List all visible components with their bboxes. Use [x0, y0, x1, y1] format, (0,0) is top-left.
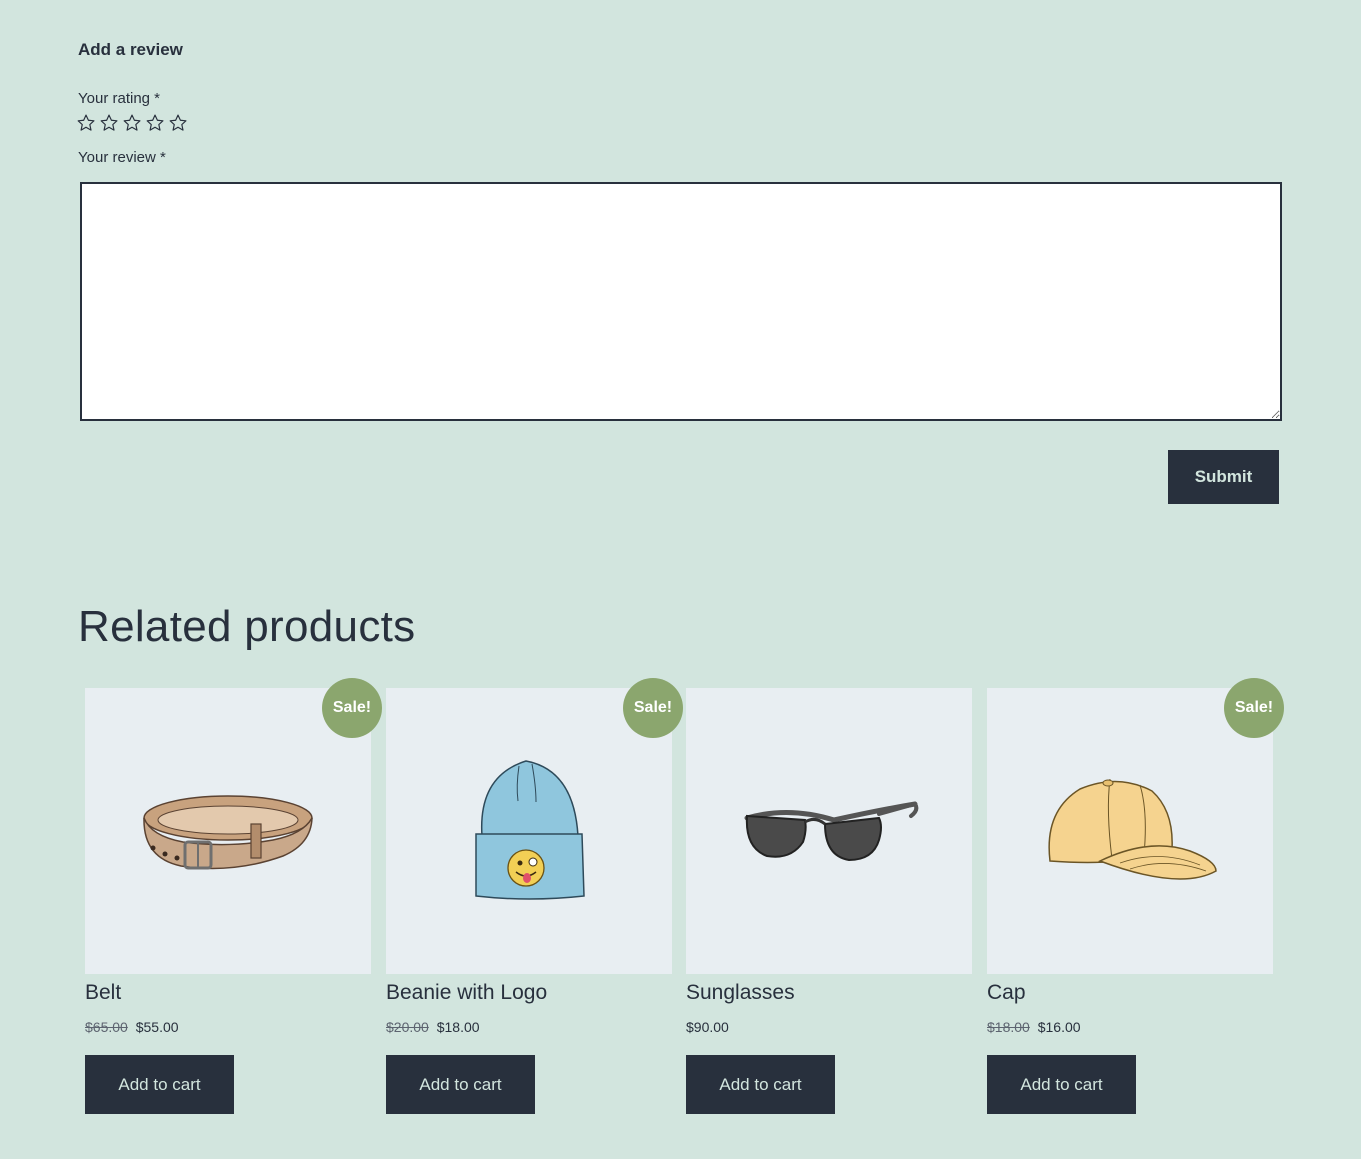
product-price: $20.00 $18.00: [386, 1019, 480, 1035]
submit-button[interactable]: Submit: [1168, 450, 1279, 504]
star-1-icon[interactable]: [76, 113, 96, 133]
add-to-cart-button[interactable]: Add to cart: [686, 1055, 835, 1114]
review-form-title: Add a review: [78, 40, 183, 60]
price: $90.00: [686, 1019, 729, 1035]
belt-image: [133, 776, 323, 886]
rating-label: Your rating *: [78, 90, 160, 107]
product-card-beanie-with-logo: Sale! Beanie with Logo $20.00 $18.00 Add…: [386, 688, 673, 974]
product-image-link[interactable]: [686, 688, 972, 974]
review-label: Your review *: [78, 149, 166, 166]
product-card-cap: Sale! Cap $18.00 $16.00 Add to cart: [987, 688, 1274, 974]
product-title[interactable]: Cap: [987, 981, 1026, 1005]
sale-price: $18.00: [437, 1019, 480, 1035]
product-price: $90.00: [686, 1019, 729, 1035]
review-textarea[interactable]: [80, 182, 1282, 421]
product-price: $18.00 $16.00: [987, 1019, 1081, 1035]
product-card-belt: Sale! Belt $65.00 $55.00 Add to cart: [85, 688, 372, 974]
beanie-image: [464, 756, 594, 906]
product-title[interactable]: Sunglasses: [686, 981, 795, 1005]
sale-price: $55.00: [136, 1019, 179, 1035]
product-title[interactable]: Belt: [85, 981, 121, 1005]
star-5-icon[interactable]: [168, 113, 188, 133]
related-products-title: Related products: [78, 602, 415, 652]
product-title[interactable]: Beanie with Logo: [386, 981, 547, 1005]
sale-badge: Sale!: [1224, 678, 1284, 738]
sale-badge: Sale!: [322, 678, 382, 738]
product-image-link[interactable]: [386, 688, 672, 974]
product-card-sunglasses: Sunglasses $90.00 Add to cart: [686, 688, 973, 974]
add-to-cart-button[interactable]: Add to cart: [85, 1055, 234, 1114]
product-image-link[interactable]: [987, 688, 1273, 974]
regular-price: $18.00: [987, 1019, 1030, 1035]
star-2-icon[interactable]: [99, 113, 119, 133]
star-3-icon[interactable]: [122, 113, 142, 133]
cap-image: [1040, 771, 1220, 891]
star-4-icon[interactable]: [145, 113, 165, 133]
sale-badge: Sale!: [623, 678, 683, 738]
regular-price: $20.00: [386, 1019, 429, 1035]
star-rating: [76, 113, 188, 133]
product-image-link[interactable]: [85, 688, 371, 974]
add-to-cart-button[interactable]: Add to cart: [987, 1055, 1136, 1114]
product-price: $65.00 $55.00: [85, 1019, 179, 1035]
add-to-cart-button[interactable]: Add to cart: [386, 1055, 535, 1114]
regular-price: $65.00: [85, 1019, 128, 1035]
sunglasses-image: [739, 786, 919, 876]
sale-price: $16.00: [1038, 1019, 1081, 1035]
